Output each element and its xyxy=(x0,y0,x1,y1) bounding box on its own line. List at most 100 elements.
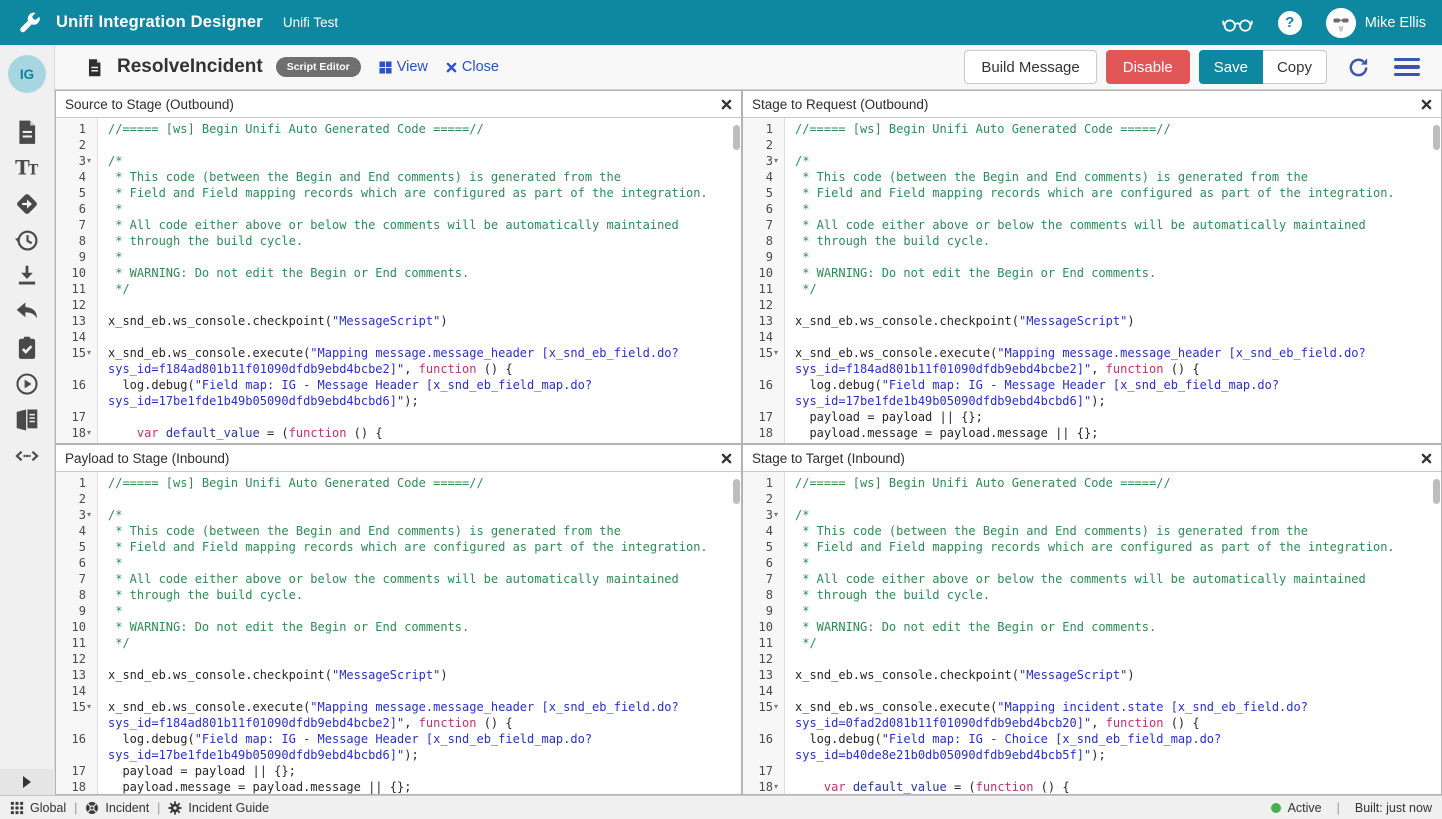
sidebar-integration-avatar[interactable]: IG xyxy=(8,55,46,93)
line-number: 15 xyxy=(743,345,785,361)
scrollbar-thumb[interactable] xyxy=(1433,125,1440,150)
fold-arrow-icon[interactable]: ▾ xyxy=(87,426,91,440)
line-number: 3 xyxy=(743,153,785,169)
copy-button[interactable]: Copy xyxy=(1263,50,1327,84)
code-editor[interactable]: 1//===== [ws] Begin Unifi Auto Generated… xyxy=(743,472,1441,794)
line-number: 4 xyxy=(56,169,98,185)
line-number: 6 xyxy=(743,555,785,571)
code-text: * xyxy=(785,249,809,265)
code-editor[interactable]: 1//===== [ws] Begin Unifi Auto Generated… xyxy=(743,118,1441,443)
line-number xyxy=(743,715,785,731)
panel-close-icon[interactable] xyxy=(1421,453,1432,464)
statusbar-item-incident[interactable]: Incident xyxy=(85,801,149,815)
sidebar-item-play[interactable] xyxy=(14,371,40,397)
line-number: 16 xyxy=(743,731,785,747)
code-text: var default_value = (function () { xyxy=(785,779,1070,794)
code-text: * WARNING: Do not edit the Begin or End … xyxy=(98,619,469,635)
scrollbar-thumb[interactable] xyxy=(1433,479,1440,504)
script-editor-badge: Script Editor xyxy=(276,57,361,77)
code-editor[interactable]: 1//===== [ws] Begin Unifi Auto Generated… xyxy=(56,118,741,443)
fold-arrow-icon[interactable]: ▾ xyxy=(774,508,778,522)
build-message-button[interactable]: Build Message xyxy=(964,50,1096,84)
refresh-icon[interactable] xyxy=(1347,56,1370,79)
code-text: /* xyxy=(785,507,809,523)
fold-arrow-icon[interactable]: ▾ xyxy=(87,508,91,522)
line-number: 18 xyxy=(743,779,785,794)
view-label: View xyxy=(397,59,428,75)
panel-close-icon[interactable] xyxy=(721,453,732,464)
panel-close-icon[interactable] xyxy=(721,99,732,110)
sidebar-item-history[interactable] xyxy=(14,227,40,253)
line-number: 1 xyxy=(743,475,785,491)
code-line: 13x_snd_eb.ws_console.checkpoint("Messag… xyxy=(743,667,1441,683)
fold-arrow-icon[interactable]: ▾ xyxy=(774,346,778,360)
statusbar-item-label: Incident xyxy=(105,801,149,815)
code-line: 14 xyxy=(743,683,1441,699)
fold-arrow-icon[interactable]: ▾ xyxy=(774,154,778,168)
sidebar-item-task-check[interactable] xyxy=(14,335,40,361)
code-line: 17 xyxy=(743,763,1441,779)
sidebar-item-text-format[interactable]: TT xyxy=(14,155,40,181)
line-number: 14 xyxy=(743,683,785,699)
sidebar-item-file[interactable] xyxy=(14,119,40,145)
code-line: 17 xyxy=(56,409,741,425)
fold-arrow-icon[interactable]: ▾ xyxy=(774,700,778,714)
code-text: sys_id=b40de8e21b0db05090dfdb9ebd4bcb5f]… xyxy=(785,747,1106,763)
code-editor[interactable]: 1//===== [ws] Begin Unifi Auto Generated… xyxy=(56,472,741,794)
code-text: * All code either above or below the com… xyxy=(785,217,1366,233)
scrollbar-thumb[interactable] xyxy=(733,125,740,150)
code-line: 8 * through the build cycle. xyxy=(56,233,741,249)
code-text: sys_id=f184ad801b11f01090dfdb9ebd4bcbe2]… xyxy=(98,361,513,377)
disable-button[interactable]: Disable xyxy=(1106,50,1190,84)
statusbar-item-global[interactable]: Global xyxy=(10,801,66,815)
sidebar-item-book[interactable] xyxy=(14,407,40,433)
undo-icon xyxy=(14,299,40,325)
sidebar-item-download[interactable] xyxy=(14,263,40,289)
code-line: 11 */ xyxy=(743,635,1441,651)
code-text: log.debug("Field map: IG - Choice [x_snd… xyxy=(785,731,1221,747)
menu-icon[interactable] xyxy=(1394,58,1420,76)
line-number: 10 xyxy=(56,265,98,281)
code-text: * WARNING: Do not edit the Begin or End … xyxy=(785,265,1156,281)
code-text: payload = payload || {}; xyxy=(785,409,983,425)
line-number: 18 xyxy=(743,425,785,441)
sidebar-item-diamond-route[interactable] xyxy=(14,191,40,217)
sidebar-item-code[interactable] xyxy=(14,443,40,469)
view-button[interactable]: View xyxy=(379,59,428,75)
code-text: log.debug("Field map: IG - Message Heade… xyxy=(785,377,1279,393)
sidebar-expand-button[interactable] xyxy=(0,769,55,795)
sidebar-item-undo[interactable] xyxy=(14,299,40,325)
code-line: 1//===== [ws] Begin Unifi Auto Generated… xyxy=(743,121,1441,137)
statusbar-item-incident-guide[interactable]: Incident Guide xyxy=(168,801,269,815)
code-line: sys_id=b40de8e21b0db05090dfdb9ebd4bcb5f]… xyxy=(743,747,1441,763)
close-button[interactable]: Close xyxy=(446,59,499,75)
save-button[interactable]: Save xyxy=(1199,50,1263,84)
user-menu[interactable]: Mike Ellis xyxy=(1326,8,1426,38)
code-line: 9 * xyxy=(743,603,1441,619)
code-text: x_snd_eb.ws_console.checkpoint("MessageS… xyxy=(98,313,448,329)
line-number: 3 xyxy=(56,153,98,169)
code-text xyxy=(98,491,108,507)
help-button[interactable]: ? xyxy=(1278,11,1302,35)
code-line: 11 */ xyxy=(56,281,741,297)
line-number: 5 xyxy=(743,185,785,201)
code-text xyxy=(98,651,108,667)
panel-title: Stage to Target (Inbound) xyxy=(752,451,1421,466)
scrollbar-thumb[interactable] xyxy=(733,479,740,504)
fold-arrow-icon[interactable]: ▾ xyxy=(774,780,778,794)
line-number: 14 xyxy=(56,329,98,345)
glasses-icon[interactable] xyxy=(1221,12,1254,34)
line-number: 15 xyxy=(743,699,785,715)
fold-arrow-icon[interactable]: ▾ xyxy=(87,154,91,168)
line-number: 6 xyxy=(56,555,98,571)
panel-close-icon[interactable] xyxy=(1421,99,1432,110)
line-number: 17 xyxy=(743,763,785,779)
line-number: 2 xyxy=(56,137,98,153)
code-text: * through the build cycle. xyxy=(785,587,990,603)
code-line: 8 * through the build cycle. xyxy=(743,233,1441,249)
code-text xyxy=(785,763,795,779)
code-text: /* xyxy=(98,507,122,523)
record-title: ResolveIncident xyxy=(117,56,263,78)
fold-arrow-icon[interactable]: ▾ xyxy=(87,700,91,714)
fold-arrow-icon[interactable]: ▾ xyxy=(87,346,91,360)
